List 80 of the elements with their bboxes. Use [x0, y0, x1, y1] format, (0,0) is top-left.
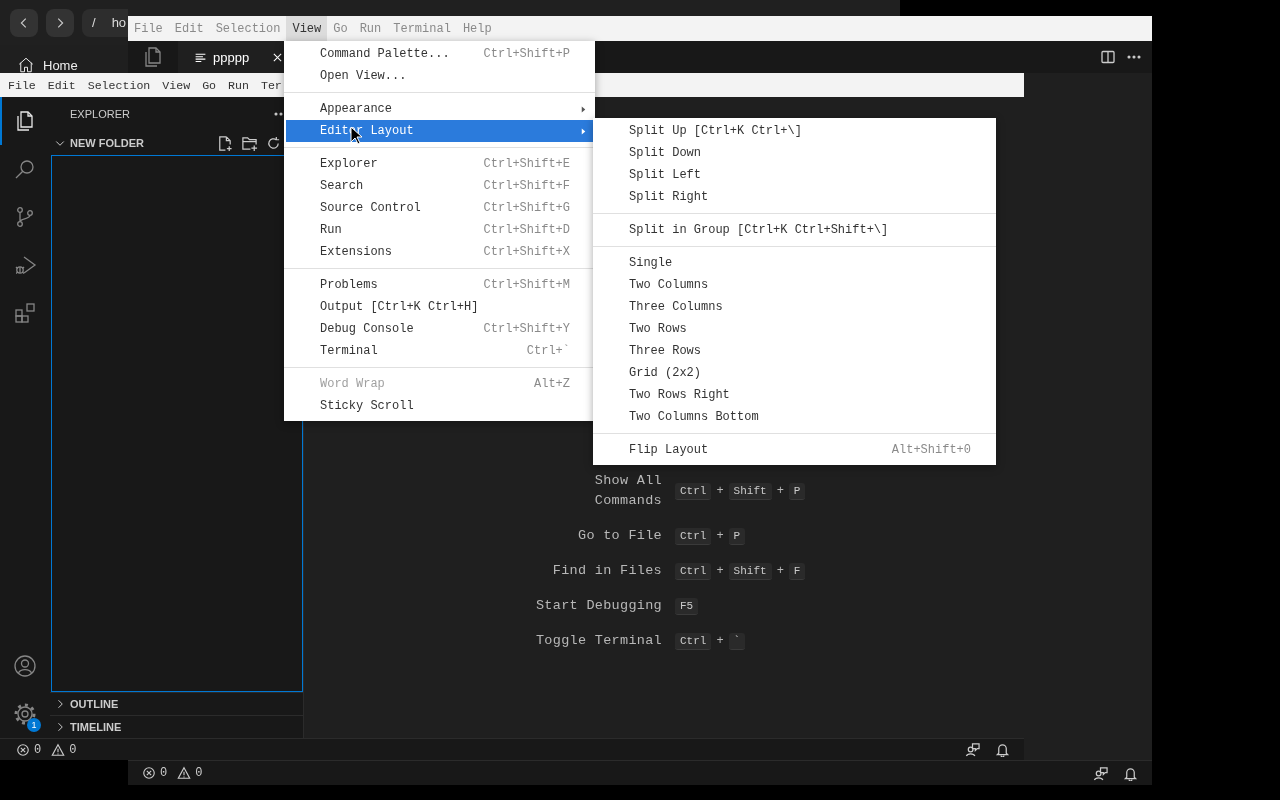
menu-bar-item[interactable]: View	[286, 16, 328, 41]
panel-title: EXPLORER	[70, 108, 130, 120]
count-badge: 1	[27, 718, 41, 732]
plus-sign: +	[716, 564, 724, 578]
problems-button[interactable]: 0 0	[142, 766, 209, 780]
key-cap: Ctrl	[675, 482, 712, 500]
key-cap: F	[788, 562, 806, 580]
error-count: 0	[160, 766, 168, 780]
menu-item[interactable]: Output [Ctrl+K Ctrl+H]	[286, 296, 593, 318]
menu-item[interactable]: Three Rows	[595, 340, 994, 362]
plus-sign: +	[716, 484, 724, 498]
menu-item[interactable]: Explorer Ctrl+Shift+E	[286, 153, 593, 175]
shortcut-label: Ctrl+Shift+F	[483, 179, 570, 193]
plus-sign: +	[776, 564, 784, 578]
command-label: Show All Commands	[593, 472, 662, 510]
menu-bar-item[interactable]: File	[2, 73, 42, 97]
shortcut-label: Ctrl+Shift+G	[483, 201, 570, 215]
key-cap: Ctrl	[675, 562, 712, 580]
menu-item[interactable]: Two Columns Bottom	[595, 406, 994, 428]
command-label: Go to File	[577, 527, 662, 545]
shortcut-label: Ctrl+Shift+D	[483, 223, 570, 237]
shortcut-label: Alt+Shift+0	[891, 443, 971, 457]
warning-count: 0	[69, 742, 77, 757]
menu-item[interactable]: Split Down	[595, 142, 994, 164]
menu-item[interactable]: Flip Layout Alt+Shift+0	[595, 439, 994, 461]
address-field[interactable]: / ho	[82, 8, 128, 37]
problems-button[interactable]: 0 0	[16, 742, 83, 757]
menu-item[interactable]: Split Right	[595, 186, 994, 208]
key-cap: Shift	[728, 482, 772, 500]
key-cap: F5	[675, 597, 699, 615]
gear-button[interactable]: 1	[0, 690, 50, 738]
error-count: 0	[34, 742, 42, 757]
shortcut-label: Ctrl+Shift+X	[483, 245, 570, 259]
key-cap: `	[728, 632, 746, 650]
key-cap: Shift	[728, 562, 772, 580]
key-cap: Ctrl	[675, 527, 712, 545]
menu-bar-item[interactable]: Go	[196, 73, 223, 97]
key-cap: P	[788, 482, 806, 500]
warning-count: 0	[195, 766, 203, 780]
menu-item[interactable]: Source Control Ctrl+Shift+G	[286, 197, 593, 219]
plus-sign: +	[776, 484, 784, 498]
shortcut-label: Alt+Z	[534, 377, 570, 391]
menu-item[interactable]: Appearance	[286, 98, 593, 120]
menu-item[interactable]: Two Columns	[595, 274, 994, 296]
menu-item[interactable]: Problems Ctrl+Shift+M	[286, 274, 593, 296]
shortcut-label: Ctrl+`	[526, 344, 570, 358]
command-label: Toggle Terminal	[534, 632, 662, 650]
shortcut-label: Ctrl+Shift+Y	[483, 322, 570, 336]
menu-item[interactable]: Single	[595, 252, 994, 274]
menu-bar-item[interactable]: Edit	[41, 73, 82, 97]
shortcut-label: Ctrl+Shift+E	[483, 157, 570, 171]
section-header[interactable]: OUTLINE	[50, 698, 119, 710]
menu-bar-item[interactable]: Ter	[254, 73, 288, 97]
shortcut-label: Ctrl+Shift+M	[483, 278, 570, 292]
menu-item[interactable]: Split Up [Ctrl+K Ctrl+\]	[595, 120, 994, 142]
command-label: Start Debugging	[534, 597, 662, 615]
menu-item[interactable]: Debug Console Ctrl+Shift+Y	[286, 318, 593, 340]
menu-item[interactable]: Grid (2x2)	[595, 362, 994, 384]
menu-item[interactable]: Search Ctrl+Shift+F	[286, 175, 593, 197]
shortcut-label: Ctrl+Shift+P	[483, 47, 570, 61]
menu-item[interactable]: Split Left	[595, 164, 994, 186]
key-cap: Ctrl	[675, 632, 712, 650]
menu-item[interactable]: Extensions Ctrl+Shift+X	[286, 241, 593, 263]
menu-item[interactable]: Sticky Scroll	[286, 395, 593, 417]
menu-bar-item[interactable]: View	[156, 73, 197, 97]
menu-item[interactable]: Terminal Ctrl+`	[286, 340, 593, 362]
folder-header[interactable]: NEW FOLDER	[50, 137, 144, 149]
plus-sign: +	[716, 634, 724, 648]
menu-bar-item[interactable]: Run	[222, 73, 255, 97]
key-cap: P	[728, 527, 746, 545]
command-label: Find in Files	[551, 562, 662, 580]
menu-item[interactable]: Run Ctrl+Shift+D	[286, 219, 593, 241]
menu-item[interactable]: Two Rows Right	[595, 384, 994, 406]
menu-item[interactable]: Two Rows	[595, 318, 994, 340]
home-tab[interactable]: Home	[17, 54, 78, 76]
menu-item[interactable]: Split in Group [Ctrl+K Ctrl+Shift+\]	[595, 219, 994, 241]
plus-sign: +	[716, 529, 724, 543]
section-header[interactable]: TIMELINE	[50, 721, 122, 733]
menu-bar-item[interactable]: Selection	[81, 73, 157, 97]
menu-item[interactable]: Three Columns	[595, 296, 994, 318]
